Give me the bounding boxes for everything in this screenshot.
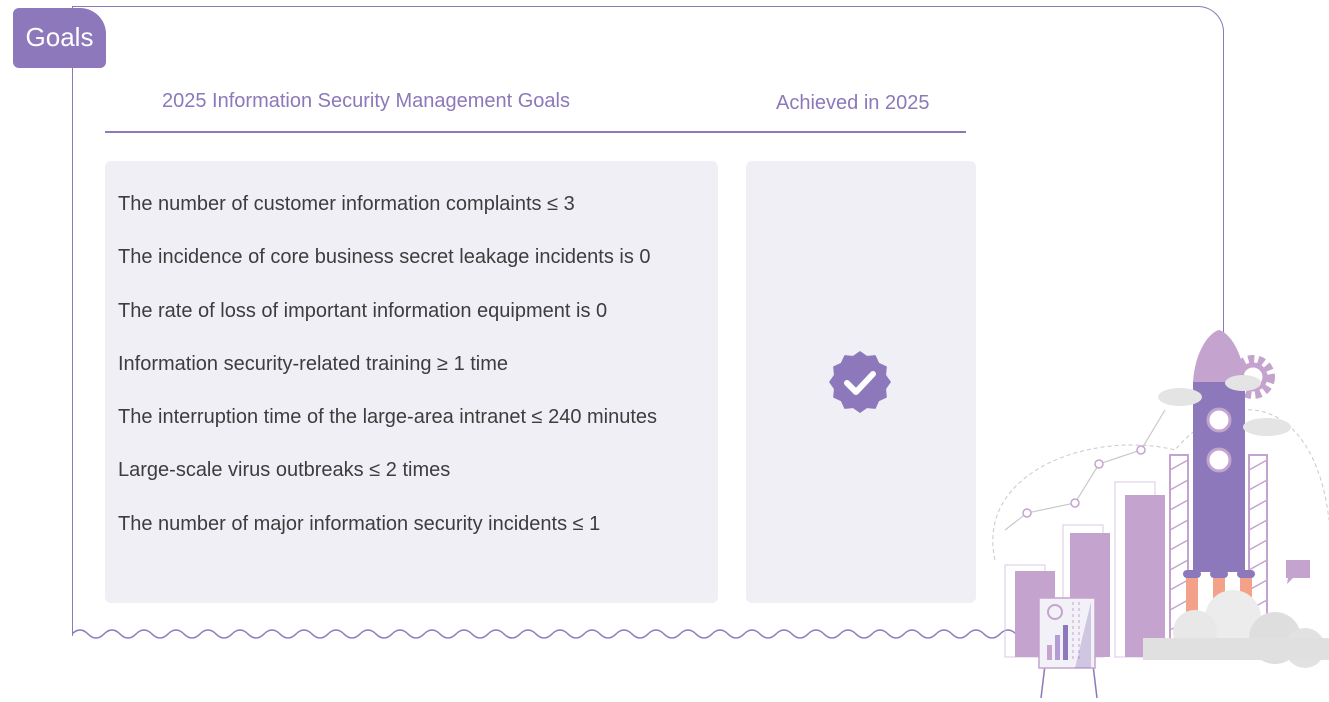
- goal-item: Large-scale virus outbreaks ≤ 2 times: [118, 459, 451, 482]
- goals-tab-label: Goals: [25, 21, 94, 52]
- check-badge-icon: [829, 351, 891, 413]
- goal-item: The incidence of core business secret le…: [118, 246, 651, 269]
- goal-item: The number of major information security…: [118, 512, 601, 535]
- header-divider: [105, 131, 966, 133]
- goal-item: The interruption time of the large-area …: [118, 406, 658, 429]
- goal-item: The number of customer information compl…: [118, 193, 575, 215]
- status-column-header: Achieved in 2025: [776, 92, 930, 114]
- goals-column-header: 2025 Information Security Management Goa…: [162, 90, 570, 112]
- goal-item: The rate of loss of important informatio…: [118, 299, 608, 322]
- goal-item: Information security-related training ≥ …: [118, 352, 509, 375]
- rocket-launch-illustration: [992, 330, 1329, 699]
- wavy-divider: [72, 629, 1032, 639]
- goals-tab: Goals: [13, 8, 106, 68]
- goals-list: The number of customer information compl…: [118, 190, 657, 563]
